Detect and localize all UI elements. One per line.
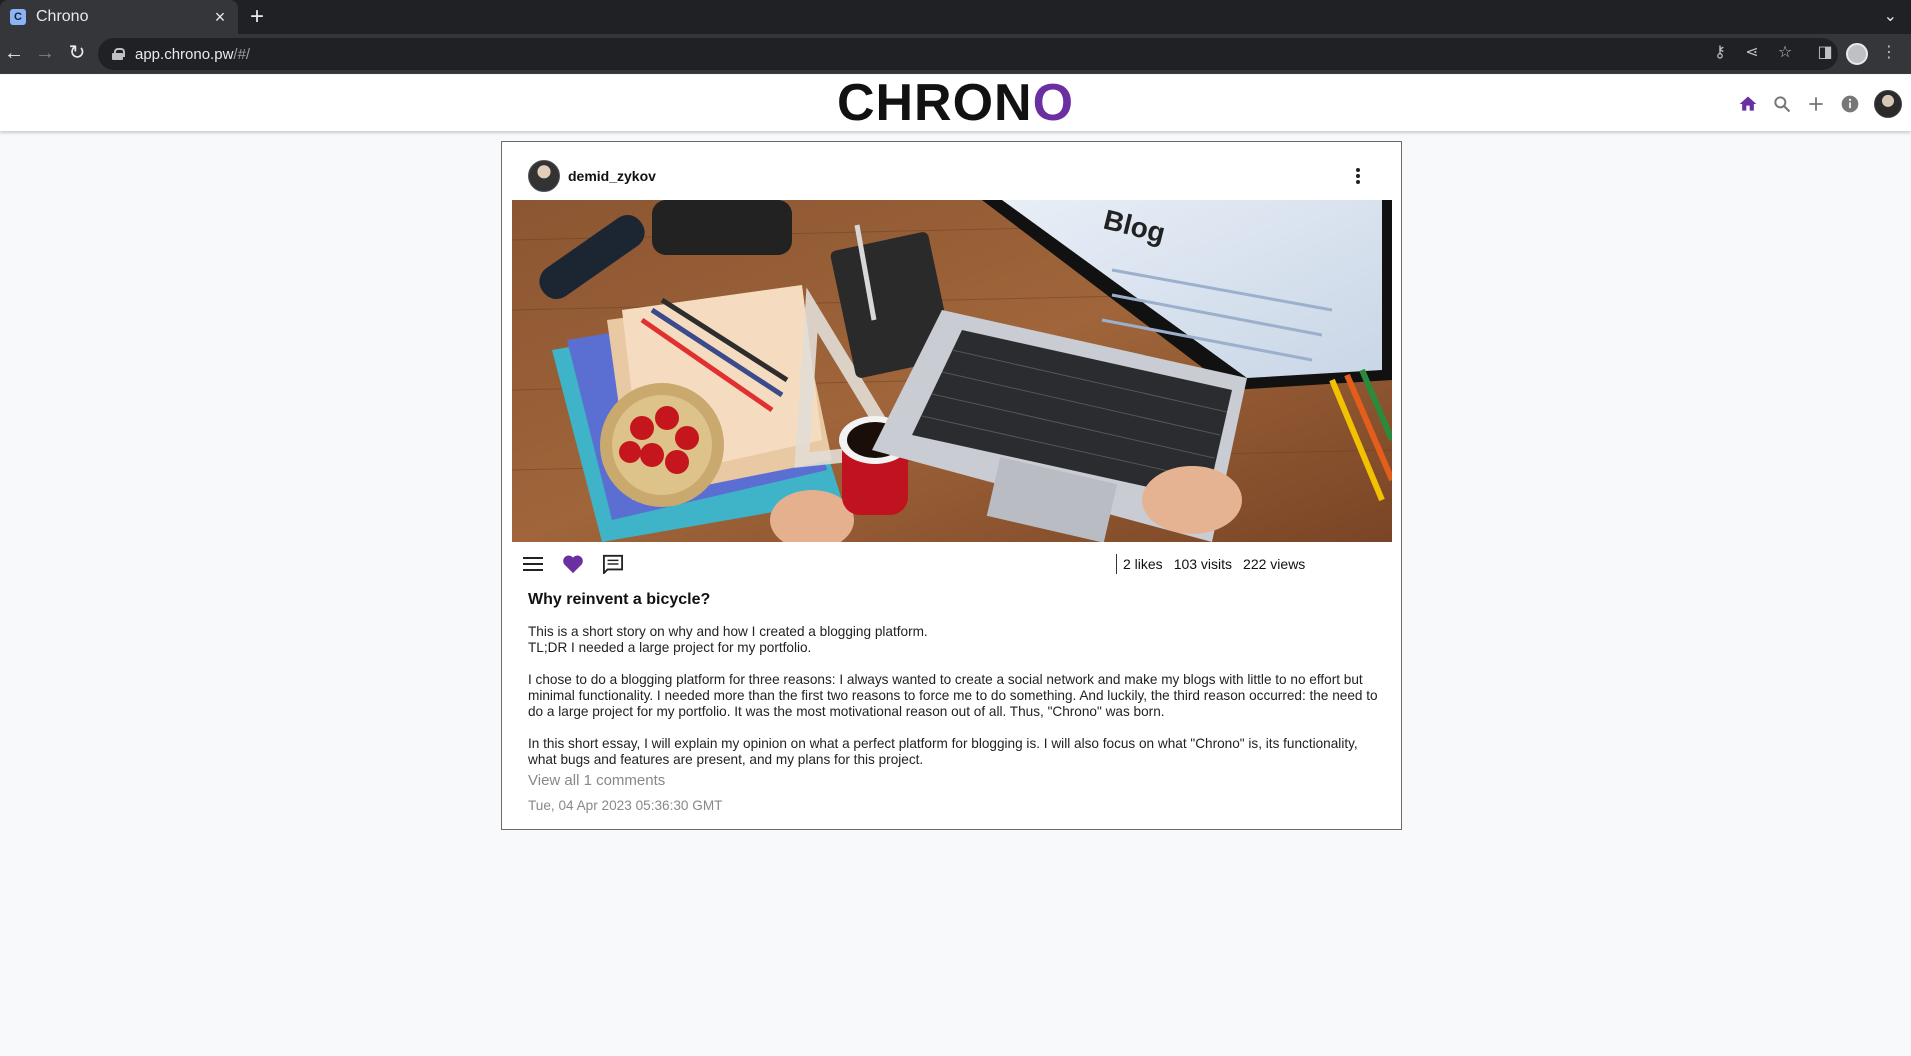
author-avatar[interactable] <box>528 160 560 192</box>
more-options-icon[interactable] <box>1348 166 1368 186</box>
info-icon[interactable] <box>1837 91 1863 117</box>
add-post-icon[interactable] <box>1803 91 1829 117</box>
post-body: This is a short story on why and how I c… <box>528 624 1388 768</box>
url-path: /#/ <box>233 45 251 63</box>
browser-tab-bar: C Chrono × + ⌄ <box>0 0 1911 34</box>
view-comments-link[interactable]: View all 1 comments <box>528 772 665 789</box>
app-header: CHRONO <box>0 75 1911 131</box>
post-actions <box>520 552 1220 576</box>
reload-button[interactable]: ↻ <box>63 40 91 66</box>
likes-count: 2 likes <box>1123 556 1163 572</box>
body-paragraph-2: I chose to do a blogging platform for th… <box>528 672 1378 719</box>
home-icon[interactable] <box>1735 91 1761 117</box>
post-title[interactable]: Why reinvent a bicycle? <box>528 591 710 609</box>
lock-icon[interactable] <box>112 48 125 60</box>
post-card: demid_zykov Blog 2 likes 103 visits 222 … <box>501 141 1402 830</box>
share-icon[interactable]: ⋖ <box>1740 42 1764 64</box>
user-avatar[interactable] <box>1874 90 1902 118</box>
menu-icon[interactable] <box>520 552 546 576</box>
new-tab-button[interactable]: + <box>250 4 264 30</box>
favicon-icon: C <box>10 9 26 25</box>
forward-button[interactable]: → <box>31 40 59 66</box>
body-paragraph-1: This is a short story on why and how I c… <box>528 624 928 655</box>
browser-menu-icon[interactable]: ⋮ <box>1877 42 1901 64</box>
browser-tab[interactable]: C Chrono × <box>0 0 238 34</box>
like-heart-icon[interactable] <box>560 552 586 576</box>
author-username[interactable]: demid_zykov <box>568 168 656 184</box>
key-icon[interactable]: ⚷ <box>1708 42 1732 64</box>
views-count: 222 views <box>1243 556 1306 572</box>
body-paragraph-3: In this short essay, I will explain my o… <box>528 736 1358 767</box>
tab-title: Chrono <box>36 8 89 25</box>
bookmark-star-icon[interactable]: ☆ <box>1773 42 1797 64</box>
browser-profile-icon[interactable] <box>1846 43 1868 65</box>
post-image[interactable]: Blog <box>512 200 1392 542</box>
visits-count: 103 visits <box>1173 556 1233 572</box>
browser-toolbar: ← → ↻ app.chrono.pw/#/ ⚷ ⋖ ☆ ◨ ⋮ <box>0 34 1911 74</box>
tab-search-chevron-icon[interactable]: ⌄ <box>1884 6 1897 26</box>
address-bar[interactable]: app.chrono.pw/#/ <box>98 38 1838 70</box>
search-icon[interactable] <box>1769 91 1795 117</box>
stats-divider <box>1116 554 1117 574</box>
side-panel-icon[interactable]: ◨ <box>1813 42 1837 64</box>
back-button[interactable]: ← <box>0 40 28 66</box>
post-date: Tue, 04 Apr 2023 05:36:30 GMT <box>528 798 723 813</box>
close-tab-icon[interactable]: × <box>208 7 232 28</box>
post-stats: 2 likes 103 visits 222 views <box>1123 556 1305 572</box>
url-host: app.chrono.pw <box>135 45 234 63</box>
comment-icon[interactable] <box>600 552 626 576</box>
app-logo[interactable]: CHRONO <box>0 75 1911 131</box>
